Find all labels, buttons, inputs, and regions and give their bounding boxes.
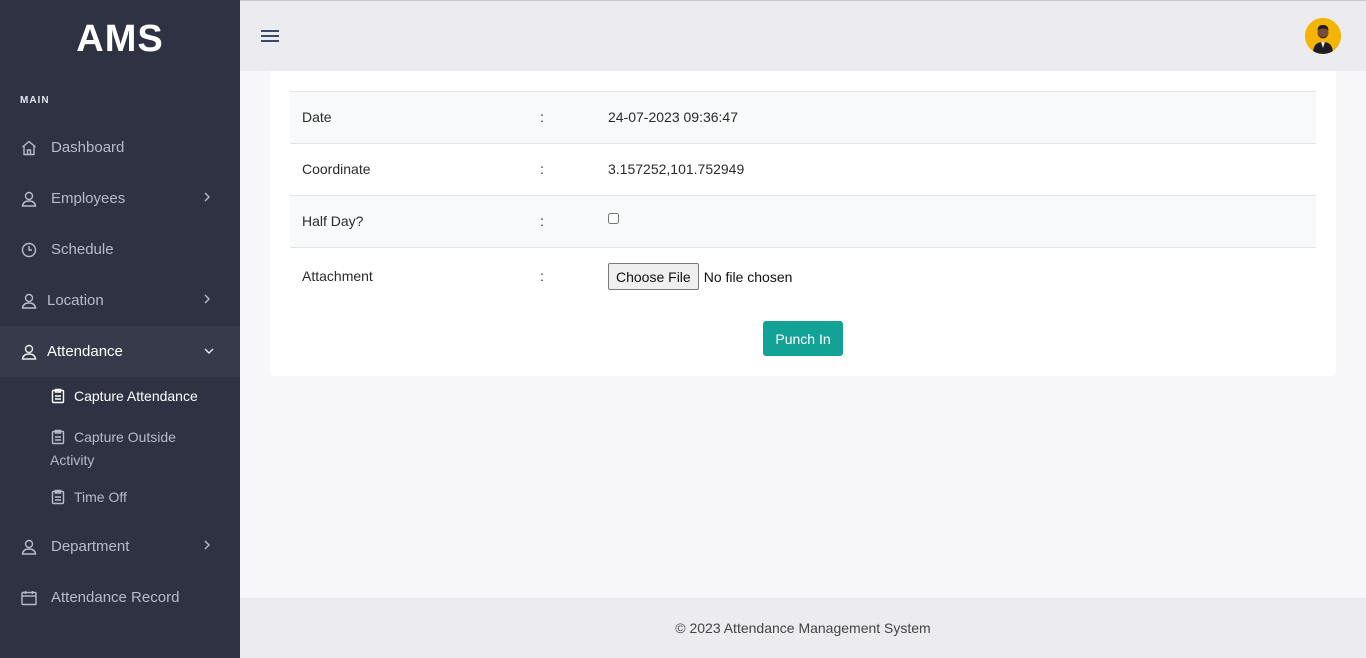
form-row-attachment: Attachment : Choose File No file chosen — [290, 248, 1316, 304]
sidebar-item-label: Location — [47, 292, 104, 309]
coordinate-value: 3.157252,101.752949 — [608, 161, 745, 177]
sidebar-item-label: Attendance — [47, 343, 123, 360]
separator: : — [540, 109, 544, 125]
submenu-item-capture-outside-activity[interactable]: Capture Outside Activity — [0, 417, 240, 478]
sidebar-item-attendance[interactable]: Attendance — [0, 326, 240, 377]
form-row-coordinate: Coordinate : 3.157252,101.752949 — [290, 144, 1316, 196]
separator: : — [540, 268, 544, 284]
clipboard-icon — [51, 429, 65, 445]
sidebar-item-employees[interactable]: Employees — [0, 173, 240, 224]
punch-in-form-table: Date : 24-07-2023 09:36:47 Coordinate : … — [290, 91, 1316, 304]
half-day-label: Half Day? — [302, 213, 364, 229]
sidebar-nav: Dashboard Employees Schedule Location At… — [0, 122, 240, 623]
chevron-right-icon — [204, 540, 210, 550]
avatar[interactable] — [1305, 18, 1341, 54]
submenu-item-label: Time Off — [74, 489, 127, 505]
user-icon — [20, 292, 38, 310]
choose-file-button[interactable]: Choose File — [608, 263, 699, 290]
form-row-half-day: Half Day? : — [290, 196, 1316, 248]
sidebar-item-label: Employees — [51, 190, 126, 207]
chevron-down-icon — [204, 348, 214, 354]
form-row-date: Date : 24-07-2023 09:36:47 — [290, 92, 1316, 144]
clipboard-icon — [51, 388, 65, 404]
sidebar-item-location[interactable]: Location — [0, 275, 240, 326]
user-icon — [20, 343, 38, 361]
clock-icon — [20, 241, 38, 259]
sidebar-item-attendance-record[interactable]: Attendance Record — [0, 572, 240, 623]
user-avatar-icon — [1305, 18, 1341, 54]
hamburger-menu-icon[interactable] — [260, 27, 280, 45]
half-day-checkbox[interactable] — [608, 213, 619, 224]
attachment-file-input: Choose File No file chosen — [608, 263, 792, 290]
punch-in-button[interactable]: Punch In — [763, 321, 843, 356]
sidebar: AMS MAIN Dashboard Employees Schedule Lo… — [0, 0, 240, 658]
submenu-item-label: Capture Attendance — [74, 388, 198, 404]
chevron-right-icon — [204, 294, 210, 304]
date-value: 24-07-2023 09:36:47 — [608, 109, 738, 125]
user-icon — [20, 538, 38, 556]
file-status-text: No file chosen — [703, 268, 793, 285]
clipboard-icon — [51, 489, 65, 505]
submenu-item-time-off[interactable]: Time Off — [0, 478, 240, 521]
chevron-right-icon — [204, 192, 210, 202]
sidebar-item-label: Schedule — [51, 241, 114, 258]
footer: © 2023 Attendance Management System — [240, 598, 1366, 658]
home-icon — [20, 139, 38, 157]
submenu-item-label: Capture Outside Activity — [50, 429, 176, 468]
attachment-label: Attachment — [302, 268, 373, 284]
sidebar-item-label: Attendance Record — [51, 589, 180, 606]
sidebar-item-dashboard[interactable]: Dashboard — [0, 122, 240, 173]
coordinate-label: Coordinate — [302, 161, 371, 177]
submenu-item-capture-attendance[interactable]: Capture Attendance — [0, 377, 240, 417]
date-label: Date — [302, 109, 332, 125]
attendance-submenu: Capture Attendance Capture Outside Activ… — [0, 377, 240, 521]
user-icon — [20, 190, 38, 208]
punch-in-card: Date : 24-07-2023 09:36:47 Coordinate : … — [270, 71, 1336, 376]
sidebar-item-schedule[interactable]: Schedule — [0, 224, 240, 275]
sidebar-section-label: MAIN — [20, 95, 50, 106]
calendar-icon — [20, 589, 38, 607]
separator: : — [540, 161, 544, 177]
sidebar-item-label: Department — [51, 538, 130, 555]
brand-logo[interactable]: AMS — [0, 0, 240, 78]
sidebar-item-label: Dashboard — [51, 139, 125, 156]
separator: : — [540, 213, 544, 229]
footer-copyright: © 2023 Attendance Management System — [675, 620, 931, 636]
sidebar-item-department[interactable]: Department — [0, 521, 240, 572]
top-header — [240, 0, 1366, 71]
